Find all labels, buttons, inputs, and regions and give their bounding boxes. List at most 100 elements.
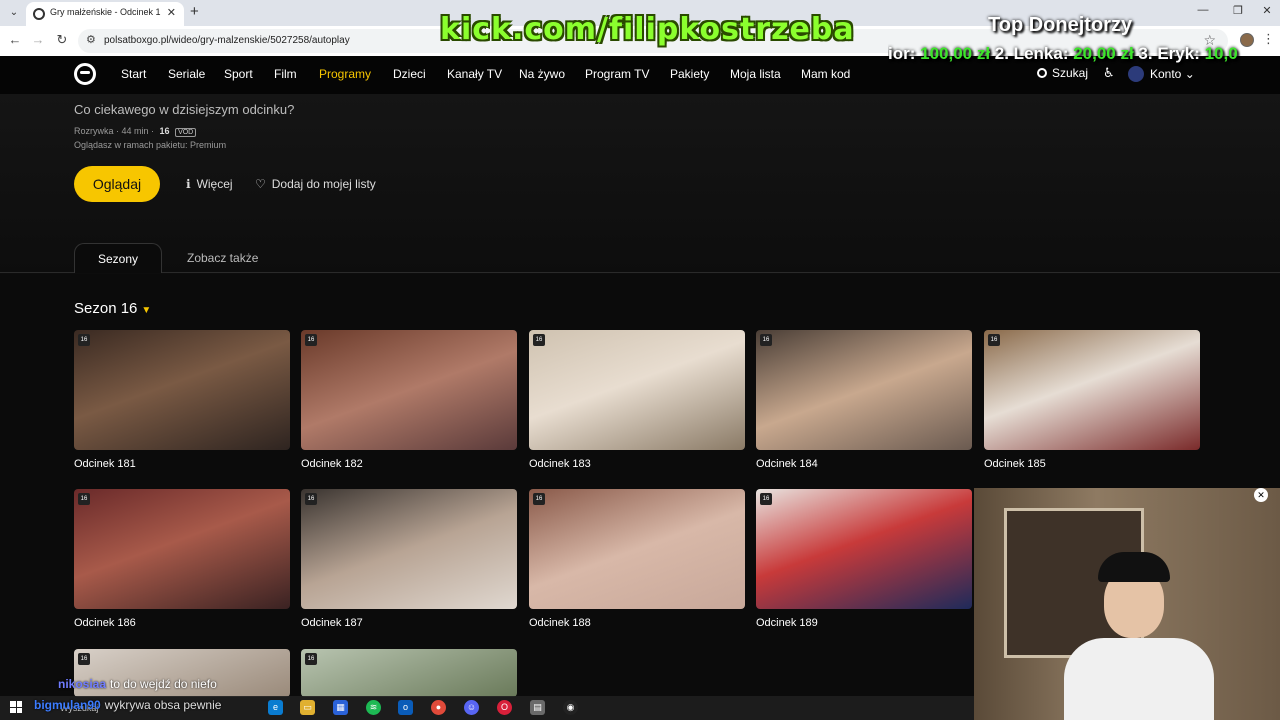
new-tab-icon[interactable]: + — [190, 4, 199, 20]
episode-card[interactable]: 16 Odcinek 182 — [301, 330, 517, 470]
chat-message: bigmulan90 wykrywa obsa pewnie — [34, 698, 221, 712]
donor-3-amount: 10,0 — [1204, 44, 1238, 63]
nav-moja-lista[interactable]: Moja lista — [730, 67, 781, 81]
episode-description: Co ciekawego w dzisiejszym odcinku? — [74, 102, 295, 117]
episode-thumbnail[interactable]: 16 — [74, 330, 290, 450]
heart-icon: ♡ — [255, 177, 266, 191]
episode-title: Odcinek 188 — [529, 617, 591, 629]
tab-search-chevron-icon[interactable]: ⌄ — [6, 5, 22, 21]
episode-card[interactable]: 16 Odcinek 187 — [301, 489, 517, 629]
tab-title: Gry małżeńskie - Odcinek 1 - Po — [50, 7, 162, 17]
episode-title: Odcinek 181 — [74, 458, 136, 470]
info-icon: ℹ — [186, 177, 191, 191]
age-rating-badge: 16 — [988, 334, 1000, 346]
episode-thumbnail[interactable]: 16 — [301, 330, 517, 450]
more-button[interactable]: ℹ Więcej — [186, 177, 233, 191]
reload-icon[interactable]: ↻ — [53, 32, 71, 48]
discord-icon[interactable]: ☺ — [464, 700, 479, 715]
episode-title: Odcinek 184 — [756, 458, 818, 470]
episode-thumbnail[interactable]: 16 — [301, 649, 517, 697]
back-icon[interactable]: ← — [6, 32, 24, 47]
nav-sport[interactable]: Sport — [224, 67, 253, 81]
episode-card[interactable]: 16 Odcinek 183 — [529, 330, 745, 470]
episode-title: Odcinek 185 — [984, 458, 1046, 470]
restore-window-icon[interactable]: ❐ — [1228, 4, 1248, 17]
episode-thumbnail[interactable]: 16 — [756, 330, 972, 450]
tab-zobacz-takze[interactable]: Zobacz także — [187, 243, 258, 273]
episode-title: Odcinek 182 — [301, 458, 363, 470]
nav-programy[interactable]: Programy — [319, 67, 371, 81]
age-rating-badge: 16 — [305, 334, 317, 346]
nav-film[interactable]: Film — [274, 67, 297, 81]
minimize-window-icon[interactable]: — — [1193, 4, 1213, 16]
file-explorer-icon[interactable]: ▭ — [300, 700, 315, 715]
nav-start[interactable]: Start — [121, 67, 146, 81]
site-info-icon[interactable]: ⚙ — [86, 33, 96, 46]
age-rating-badge: 16 — [533, 493, 545, 505]
top-donors-ticker: ior: 100,00 zł 2. Lenka: 20,00 zł 3. Ery… — [888, 44, 1280, 70]
browser-tab[interactable]: Gry małżeńskie - Odcinek 1 - Po ✕ — [26, 2, 184, 26]
chat-message: nikosiaa to do wejdź do niefo — [58, 677, 217, 691]
season-label: Sezon 16 — [74, 300, 138, 317]
windows-start-icon[interactable] — [10, 701, 22, 713]
episode-card[interactable]: 16 Odcinek 188 — [529, 489, 745, 629]
close-icon[interactable]: ✕ — [1254, 488, 1268, 502]
episode-thumbnail[interactable]: 16 — [756, 489, 972, 609]
nav-kanaly-tv[interactable]: Kanały TV — [447, 67, 502, 81]
webcam-overlay — [974, 488, 1280, 720]
chat-username: nikosiaa — [58, 677, 107, 691]
nav-program-tv[interactable]: Program TV — [585, 67, 649, 81]
episode-card[interactable]: 16 Odcinek 184 — [756, 330, 972, 470]
forward-icon[interactable]: → — [29, 32, 47, 47]
watch-button[interactable]: Oglądaj — [74, 166, 160, 202]
vod-badge: VOD — [175, 128, 197, 137]
spotify-icon[interactable]: ≋ — [366, 700, 381, 715]
episode-thumbnail[interactable]: 16 — [984, 330, 1200, 450]
app-window-icon[interactable]: ▤ — [530, 700, 545, 715]
nav-mam-kod[interactable]: Mam kod — [801, 67, 850, 81]
age-rating-badge: 16 — [78, 334, 90, 346]
nav-dzieci[interactable]: Dzieci — [393, 67, 426, 81]
obs-icon[interactable]: ◉ — [563, 700, 578, 715]
episode-thumbnail[interactable]: 16 — [74, 489, 290, 609]
chat-username: bigmulan90 — [34, 698, 101, 712]
address-url: polsatboxgo.pl/wideo/gry-malzenskie/5027… — [104, 35, 350, 46]
age-rating-badge: 16 — [305, 653, 317, 665]
nav-na-zywo[interactable]: Na żywo — [519, 67, 565, 81]
episode-thumbnail[interactable]: 16 — [529, 489, 745, 609]
top-donors-title: Top Donejtorzy — [988, 14, 1133, 36]
chat-text: wykrywa obsa pewnie — [104, 698, 222, 712]
episode-card[interactable]: 16 Odcinek 186 — [74, 489, 290, 629]
close-tab-icon[interactable]: ✕ — [167, 6, 176, 19]
nav-seriale[interactable]: Seriale — [168, 67, 205, 81]
edge-icon[interactable]: e — [268, 700, 283, 715]
add-to-list-button[interactable]: ♡ Dodaj do mojej listy — [255, 177, 376, 191]
season-selector[interactable]: Sezon 16 ▼ — [74, 300, 151, 317]
opera-icon[interactable]: O — [497, 700, 512, 715]
episode-title: Odcinek 186 — [74, 617, 136, 629]
age-rating-badge: 16 — [78, 653, 90, 665]
episode-card[interactable]: 16 — [301, 649, 517, 697]
episode-card[interactable]: 16 Odcinek 189 — [756, 489, 972, 629]
chrome-icon[interactable]: ● — [431, 700, 446, 715]
tab-sezony[interactable]: Sezony — [74, 243, 162, 273]
store-icon[interactable]: ▦ — [333, 700, 348, 715]
age-rating-badge: 16 — [78, 493, 90, 505]
package-info: Oglądasz w ramach pakietu: Premium — [74, 140, 227, 150]
age-rating-badge: 16 — [305, 493, 317, 505]
polsat-box-go-logo-icon[interactable] — [74, 63, 96, 85]
episode-thumbnail[interactable]: 16 — [529, 330, 745, 450]
donor-1-name: ior: — [888, 44, 921, 63]
close-window-icon[interactable]: ✕ — [1257, 4, 1277, 17]
outlook-icon[interactable]: o — [398, 700, 413, 715]
age-rating-badge: 16 — [760, 493, 772, 505]
episode-card[interactable]: 16 Odcinek 181 — [74, 330, 290, 470]
episode-card[interactable]: 16 Odcinek 185 — [984, 330, 1200, 470]
donor-3-name: 3. Eryk: — [1133, 44, 1205, 63]
nav-pakiety[interactable]: Pakiety — [670, 67, 709, 81]
add-label: Dodaj do mojej listy — [271, 177, 376, 191]
episode-thumbnail[interactable]: 16 — [301, 489, 517, 609]
age-rating-badge: 16 — [760, 334, 772, 346]
episode-title: Odcinek 187 — [301, 617, 363, 629]
episode-title: Odcinek 183 — [529, 458, 591, 470]
